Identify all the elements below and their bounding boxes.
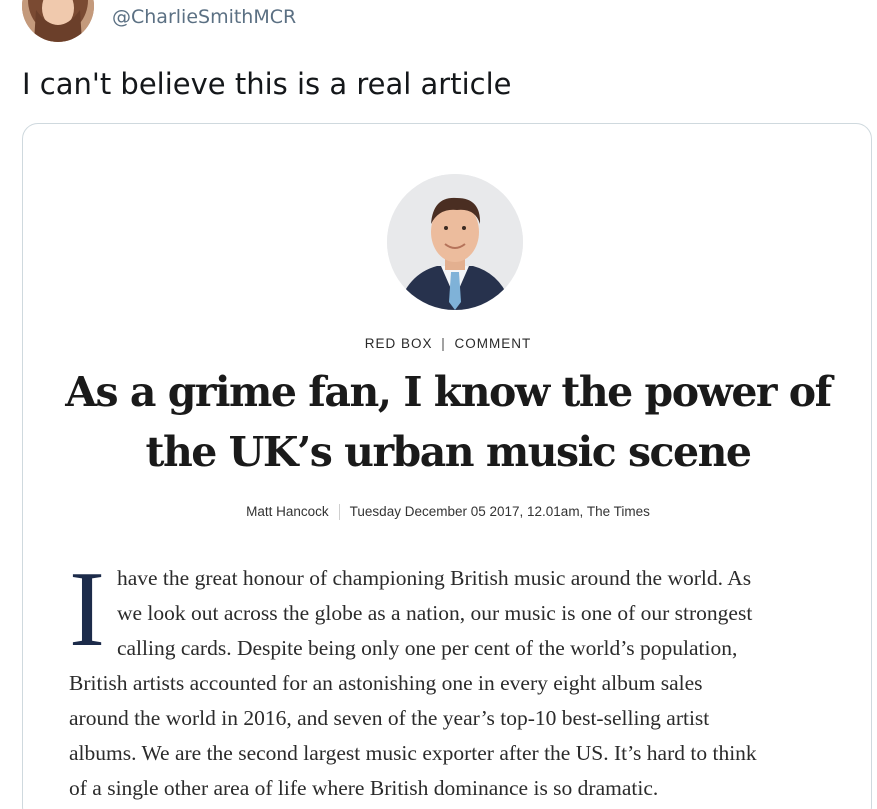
article-dateline: Tuesday December 05 2017, 12.01am, The T… [349,504,650,519]
kicker-separator: | [441,336,446,351]
author-photo [387,174,523,310]
headline-line: the UK’s urban music scene [145,428,752,476]
body-line: British artists accounted for an astonis… [69,671,703,695]
user-avatar[interactable] [22,0,94,42]
article-byline: Matt Hancock Tuesday December 05 2017, 12… [23,504,871,521]
article-kicker: RED BOX | COMMENT [23,336,871,351]
article-headline: As a grime fan, I know the power of the … [23,362,871,482]
body-line: albums. We are the second largest music … [69,741,757,765]
article-body: I have the great honour of championing B… [69,550,839,806]
user-handle[interactable]: @CharlieSmithMCR [112,6,296,28]
author-name: Matt Hancock [246,504,329,519]
drop-cap: I [69,550,105,669]
tweet-media-card[interactable]: RED BOX | COMMENT As a grime fan, I know… [22,123,872,809]
body-line: calling cards. Despite being only one pe… [116,636,738,660]
headline-line: As a grime fan, I know the power of [65,368,832,416]
body-line: have the great honour of championing Bri… [116,566,752,590]
byline-divider [338,504,340,521]
body-line: around the world in 2016, and seven of t… [69,706,710,730]
body-line: we look out across the globe as a nation… [116,601,753,625]
kicker-section: RED BOX [364,336,433,351]
body-line: of a single other area of life where Bri… [69,776,659,800]
kicker-type: COMMENT [454,336,532,351]
tweet-text: I can't believe this is a real article [22,67,512,101]
